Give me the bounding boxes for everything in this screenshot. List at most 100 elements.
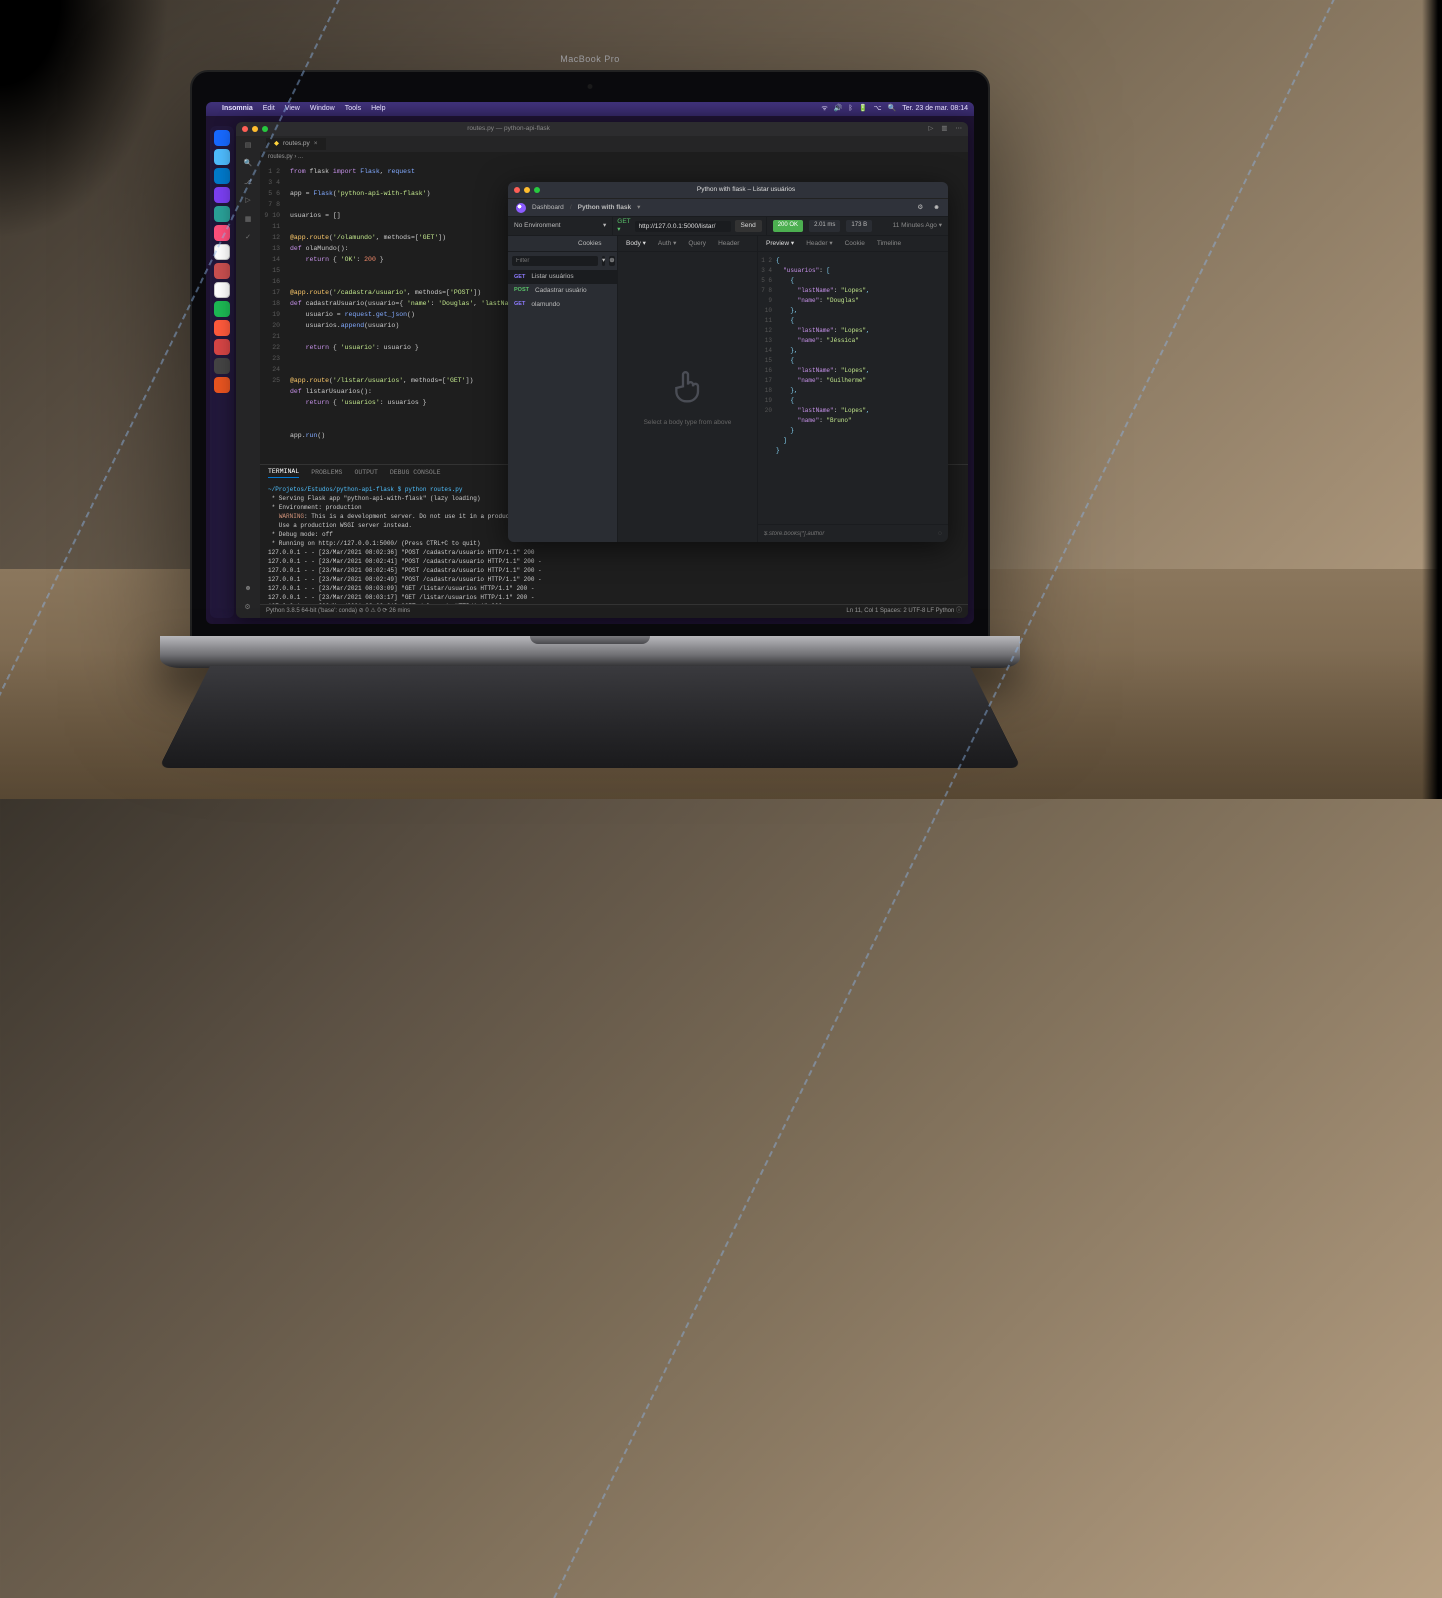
bluetooth-icon[interactable]: ᛒ (849, 105, 853, 113)
add-request-icon[interactable]: ⊕ (609, 256, 614, 266)
tab-routes-py[interactable]: ◆ routes.py × (266, 138, 326, 150)
dock-app-icon[interactable] (214, 187, 230, 203)
dock-app-icon[interactable] (214, 339, 230, 355)
dock-app-icon[interactable] (214, 358, 230, 374)
response-body[interactable]: 1 2 3 4 5 6 7 8 9 10 11 12 13 14 15 16 1… (758, 252, 948, 524)
status-left[interactable]: Python 3.8.5 64-bit ('base': conda) ⊘ 0 … (266, 608, 410, 615)
dock-app-icon[interactable] (214, 225, 230, 241)
explorer-icon[interactable]: ▤ (245, 142, 252, 150)
laptop-hinge (160, 636, 1020, 668)
battery-icon[interactable]: 🔋 (859, 105, 868, 113)
response-panel: Preview ▾ Header ▾ Cookie Timeline 1 2 3… (758, 236, 948, 542)
chevron-down-icon[interactable]: ▾ (602, 256, 605, 266)
menubar-clock[interactable]: Ter. 23 de mar. 08:14 (902, 105, 968, 113)
breadcrumb[interactable]: routes.py › ... (260, 152, 968, 164)
test-icon[interactable]: ✓ (245, 234, 251, 242)
cookies-button[interactable]: Cookies (563, 240, 618, 248)
menubar-help[interactable]: Help (371, 105, 385, 113)
camera-notch (588, 84, 593, 89)
tab-debug-console[interactable]: DEBUG CONSOLE (390, 469, 441, 477)
help-icon[interactable]: ◌ (938, 530, 942, 538)
minimize-icon[interactable] (524, 187, 530, 193)
dock-app-icon[interactable] (214, 244, 230, 260)
send-button[interactable]: Send (735, 220, 762, 232)
menubar-edit[interactable]: Edit (263, 105, 275, 113)
maximize-icon[interactable] (534, 187, 540, 193)
tab-terminal[interactable]: TERMINAL (268, 468, 299, 479)
dock-app-icon[interactable] (214, 263, 230, 279)
chevron-down-icon[interactable]: ▾ (637, 204, 640, 212)
gear-icon[interactable]: ⚙ (244, 604, 251, 612)
url-bar: GET ▾ Send (613, 217, 766, 235)
close-icon[interactable] (514, 187, 520, 193)
minimize-icon[interactable] (252, 126, 258, 132)
request-label: olamundo (531, 301, 560, 309)
debug-icon[interactable]: ▷ (245, 197, 250, 205)
request-sidebar: Cookies ▾ ⊕ GET Listar usuários POST Cad… (508, 236, 618, 542)
tab-cookie[interactable]: Cookie (845, 240, 865, 248)
url-input[interactable] (635, 221, 731, 232)
run-icon[interactable]: ▷ (928, 125, 933, 133)
menubar-window[interactable]: Window (310, 105, 335, 113)
tab-header[interactable]: Header ▾ (806, 240, 832, 248)
dock-vscode-icon[interactable] (214, 168, 230, 184)
close-icon[interactable] (242, 126, 248, 132)
account-icon[interactable]: ☻ (244, 585, 251, 593)
env-label: No Environment (514, 222, 561, 230)
dock-spotify-icon[interactable] (214, 301, 230, 317)
status-right[interactable]: Ln 11, Col 1 Spaces: 2 UTF-8 LF Python ⓘ (846, 608, 962, 615)
python-file-icon: ◆ (274, 140, 279, 148)
method-dropdown[interactable]: GET ▾ (617, 218, 630, 234)
search-icon[interactable]: 🔍 (244, 160, 253, 168)
maximize-icon[interactable] (262, 126, 268, 132)
tab-preview[interactable]: Preview ▾ (766, 240, 794, 248)
volume-icon[interactable]: 🔊 (834, 105, 843, 113)
account-icon[interactable]: ☻ (933, 204, 940, 212)
request-item[interactable]: GET Listar usuários (508, 270, 617, 284)
insomnia-breadcrumb: Dashboard / Python with flask ▾ ⚙ ☻ (508, 198, 948, 216)
dock-app-icon[interactable] (214, 377, 230, 393)
dock-app-icon[interactable] (214, 320, 230, 336)
env-dropdown[interactable]: No Environment ▾ (508, 217, 613, 235)
breadcrumb-text: routes.py › ... (268, 154, 303, 161)
tab-auth[interactable]: Auth ▾ (658, 240, 676, 248)
menubar-view[interactable]: View (285, 105, 300, 113)
extensions-icon[interactable]: ▦ (245, 216, 252, 224)
request-item[interactable]: GET olamundo (508, 298, 617, 312)
filter-input[interactable] (512, 256, 598, 266)
menubar-app[interactable]: Insomnia (222, 105, 253, 113)
dock-app-icon[interactable] (214, 149, 230, 165)
macos-screen: Insomnia Edit View Window Tools Help ᯤ 🔊… (206, 102, 974, 624)
dock-finder-icon[interactable] (214, 130, 230, 146)
request-item[interactable]: POST Cadastrar usuário (508, 284, 617, 298)
tab-output[interactable]: OUTPUT (354, 469, 377, 477)
breadcrumb-dashboard[interactable]: Dashboard (532, 204, 564, 212)
request-label: Listar usuários (531, 273, 573, 281)
vscode-titlebar: routes.py — python-api-flask ▷ ▥ ⋯ (236, 122, 968, 136)
menubar-tools[interactable]: Tools (345, 105, 361, 113)
vscode-activity-bar: ▤ 🔍 ⎇ ▷ ▦ ✓ ☻ ⚙ (236, 136, 260, 618)
breadcrumb-workspace[interactable]: Python with flask (578, 204, 631, 212)
age-dropdown[interactable]: 11 Minutes Ago ▾ (893, 222, 942, 230)
method-badge: GET (514, 274, 525, 281)
insomnia-logo-icon[interactable] (516, 203, 526, 213)
tab-problems[interactable]: PROBLEMS (311, 469, 342, 477)
control-center-icon[interactable]: ⌥ (873, 105, 881, 113)
split-editor-icon[interactable]: ▥ (941, 125, 947, 133)
source-control-icon[interactable]: ⎇ (244, 179, 252, 187)
request-panel: Body ▾ Auth ▾ Query Header Select a body… (618, 236, 758, 542)
editor-gutter: 1 2 3 4 5 6 7 8 9 10 11 12 13 14 15 16 1… (260, 164, 286, 464)
tab-header[interactable]: Header (718, 240, 739, 248)
more-icon[interactable]: ⋯ (956, 125, 963, 133)
wifi-icon[interactable]: ᯤ (821, 105, 827, 113)
gear-icon[interactable]: ⚙ (917, 204, 923, 212)
dock-app-icon[interactable] (214, 206, 230, 222)
tab-body[interactable]: Body ▾ (626, 240, 646, 248)
jsonpath-filter-input[interactable] (764, 531, 938, 537)
search-icon[interactable]: 🔍 (888, 105, 897, 113)
vscode-status-bar: Python 3.8.5 64-bit ('base': conda) ⊘ 0 … (260, 604, 968, 618)
tab-query[interactable]: Query (688, 240, 706, 248)
tab-close-icon[interactable]: × (314, 140, 318, 148)
tab-timeline[interactable]: Timeline (877, 240, 901, 248)
dock-app-icon[interactable] (214, 282, 230, 298)
